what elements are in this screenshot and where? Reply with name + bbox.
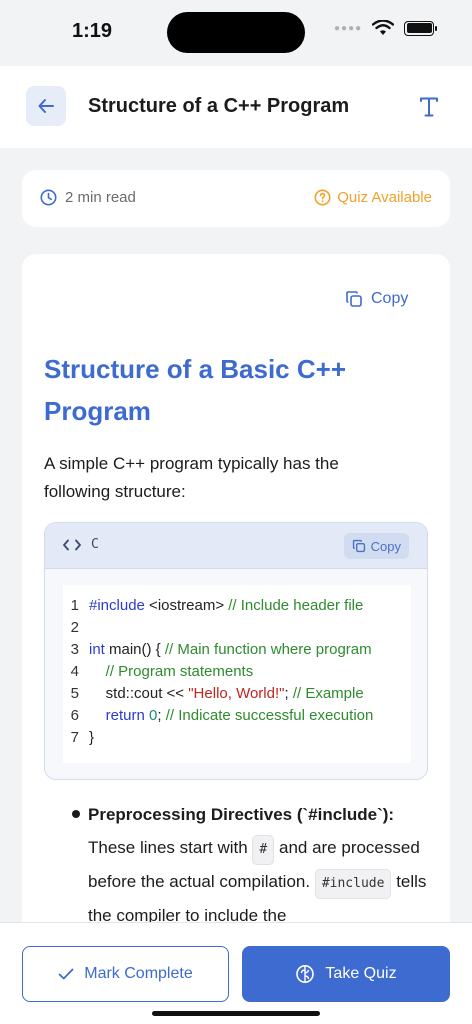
code-token: <iostream> bbox=[144, 597, 229, 614]
lesson-meta-card: 2 min read Quiz Available bbox=[22, 170, 450, 227]
code-token: #include bbox=[89, 597, 145, 614]
bullet-heading: Preprocessing Directives (`#include`): bbox=[88, 805, 395, 824]
line-number: 6 bbox=[70, 707, 79, 724]
status-time: 1:19 bbox=[72, 20, 113, 42]
lesson-content-card: Copy Structure of a Basic C++ Program A … bbox=[22, 254, 450, 954]
copy-code-label: Copy bbox=[370, 538, 401, 554]
code-token: } bbox=[89, 729, 95, 746]
code-token: return bbox=[105, 707, 145, 724]
copy-icon bbox=[352, 539, 365, 553]
brain-icon bbox=[296, 965, 315, 983]
mark-complete-label: Mark Complete bbox=[84, 965, 193, 982]
code-text: std::cout << "Hello, World!"; // Example bbox=[89, 683, 364, 705]
code-line: 3 int main() { // Main function where pro… bbox=[63, 639, 411, 661]
status-icons: ●●●● bbox=[334, 20, 438, 36]
code-token: ; bbox=[157, 707, 166, 724]
status-bar: 1:19 ●●●● bbox=[0, 0, 472, 66]
read-time-label: 2 min read bbox=[65, 189, 136, 206]
line-number: 1 bbox=[70, 597, 79, 614]
code-language: C bbox=[63, 537, 99, 552]
app-header: Structure of a C++ Program bbox=[0, 66, 472, 148]
code-language-label: C bbox=[91, 537, 99, 552]
code-icon bbox=[63, 539, 81, 550]
font-size-button[interactable] bbox=[414, 90, 444, 124]
copy-code-button[interactable]: Copy bbox=[343, 533, 409, 559]
code-line: 7} bbox=[63, 727, 411, 749]
code-header: C Copy bbox=[45, 523, 427, 569]
read-time: 2 min read bbox=[40, 189, 136, 206]
code-text: return 0; // Indicate successful executi… bbox=[89, 705, 374, 727]
bottom-action-bar: Mark Complete Take Quiz bbox=[0, 922, 472, 1024]
battery-icon bbox=[404, 20, 438, 36]
text-type-icon bbox=[420, 97, 438, 117]
take-quiz-label: Take Quiz bbox=[325, 965, 397, 982]
help-circle-icon bbox=[314, 189, 331, 206]
line-number: 4 bbox=[70, 663, 79, 680]
quiz-available-badge[interactable]: Quiz Available bbox=[314, 189, 432, 206]
code-text: int main() { // Main function where prog… bbox=[89, 639, 372, 661]
bullet-text: Preprocessing Directives (`#include`): T… bbox=[88, 798, 428, 932]
home-indicator bbox=[152, 1011, 320, 1016]
bullet-dot bbox=[72, 810, 80, 818]
code-text: #include <iostream> // Include header fi… bbox=[89, 595, 363, 617]
code-token: main() { bbox=[104, 641, 165, 658]
check-icon bbox=[58, 968, 74, 980]
line-number: 2 bbox=[70, 619, 79, 636]
code-token: // Include header file bbox=[228, 597, 364, 614]
inline-code: # bbox=[252, 835, 275, 865]
intro-paragraph: A simple C++ program typically has the f… bbox=[44, 454, 339, 501]
copy-content-button[interactable]: Copy bbox=[345, 290, 408, 308]
line-number: 7 bbox=[70, 729, 79, 746]
dynamic-island bbox=[167, 12, 305, 53]
code-text: } bbox=[89, 727, 94, 749]
back-button[interactable] bbox=[26, 86, 66, 126]
arrow-left-icon bbox=[38, 99, 54, 113]
code-token: // Example bbox=[292, 685, 364, 702]
inline-code: #include bbox=[314, 869, 392, 899]
line-number: 5 bbox=[70, 685, 79, 702]
code-line: 4 // Program statements bbox=[63, 661, 411, 683]
mark-complete-button[interactable]: Mark Complete bbox=[22, 946, 229, 1002]
code-line: 1 #include <iostream> // Include header f… bbox=[63, 595, 411, 617]
section-title: Structure of a Basic C++ Program bbox=[44, 354, 346, 426]
signal-icon: ●●●● bbox=[334, 22, 363, 34]
quiz-available-label: Quiz Available bbox=[337, 189, 432, 206]
code-token: int bbox=[89, 641, 105, 658]
code-line: 2 bbox=[63, 617, 411, 639]
code-text: // Program statements bbox=[89, 661, 254, 683]
code-token: // Indicate successful execution bbox=[165, 707, 374, 724]
code-line: 5 std::cout << "Hello, World!"; // Examp… bbox=[63, 683, 411, 705]
code-token: "Hello, World!" bbox=[188, 685, 285, 702]
page-title: Structure of a C++ Program bbox=[88, 95, 350, 117]
code-token: std::cout << bbox=[89, 685, 189, 702]
clock-icon bbox=[40, 189, 57, 206]
take-quiz-button[interactable]: Take Quiz bbox=[242, 946, 450, 1002]
copy-icon bbox=[346, 291, 362, 307]
bullet-text-1: These lines start with bbox=[88, 838, 248, 857]
wifi-icon bbox=[372, 20, 395, 35]
code-token: // Program statements bbox=[105, 663, 254, 680]
code-body[interactable]: 1 #include <iostream> // Include header f… bbox=[63, 585, 411, 763]
code-block: C Copy 1 #include <iostream> // Include h… bbox=[44, 522, 428, 780]
code-token: // Main function where program bbox=[164, 641, 372, 658]
code-line: 6 return 0; // Indicate successful execu… bbox=[63, 705, 411, 727]
copy-label: Copy bbox=[371, 290, 409, 307]
line-number: 3 bbox=[70, 641, 79, 658]
code-token: ; bbox=[284, 685, 293, 702]
